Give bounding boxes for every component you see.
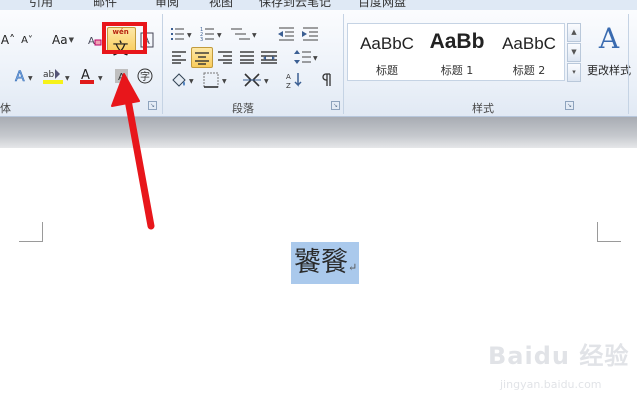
change-styles-label: 更改样式 <box>587 64 631 77</box>
svg-text:A: A <box>15 69 25 85</box>
distributed-align-icon[interactable] <box>259 47 279 67</box>
text-highlight-color-icon[interactable]: ab ▼ <box>41 66 73 86</box>
bullets-icon[interactable]: ▼ <box>170 24 196 44</box>
change-case-label: Aa <box>52 33 68 47</box>
change-styles-icon: A <box>598 22 620 55</box>
style-name: 标题 2 <box>512 64 546 77</box>
multilevel-list-icon[interactable]: ▼ <box>230 24 260 44</box>
enclosed-character-icon[interactable]: 字 <box>136 66 154 86</box>
tab-mailings[interactable]: 邮件 <box>93 0 117 10</box>
sort-icon[interactable]: AZ <box>285 70 305 90</box>
paragraph-mark: ↵ <box>348 261 358 274</box>
svg-text:3: 3 <box>200 37 203 42</box>
tab-review[interactable]: 审阅 <box>155 0 179 10</box>
group-divider <box>628 14 629 114</box>
text-effects-icon[interactable]: A ▼ <box>12 66 36 86</box>
decrease-indent-icon[interactable] <box>276 24 296 44</box>
svg-text:▼: ▼ <box>264 78 269 85</box>
clear-formatting-icon[interactable]: A <box>88 30 102 50</box>
svg-text:▼: ▼ <box>222 78 227 85</box>
style-item-title[interactable]: AaBbC 标题 <box>354 24 420 80</box>
gallery-scroll-down-icon[interactable]: ▼ <box>567 43 581 62</box>
chinese-layout-icon[interactable]: ▼ <box>242 70 272 90</box>
gallery-scroll-up-icon[interactable]: ▲ <box>567 23 581 42</box>
selected-text-content: 饕餮 <box>294 247 348 278</box>
group-divider <box>162 14 163 114</box>
styles-dialog-launcher-icon[interactable]: ↘ <box>565 101 574 110</box>
paragraph-group-label: 段落 <box>232 102 254 115</box>
watermark-site: jingyan.baidu.com <box>500 378 602 391</box>
group-divider <box>343 14 344 114</box>
svg-text:▼: ▼ <box>187 32 192 39</box>
annotation-highlight-box <box>102 22 147 54</box>
style-gallery: AaBbC 标题 AaBb 标题 1 AaBbC 标题 2 <box>347 23 565 81</box>
svg-text:▼: ▼ <box>28 75 33 82</box>
crop-mark-left <box>19 222 43 242</box>
styles-group-label: 样式 <box>472 102 494 115</box>
character-shading-icon[interactable]: A <box>114 66 130 86</box>
align-left-icon[interactable] <box>170 47 188 67</box>
style-sample: AaBbC <box>502 34 556 53</box>
svg-text:ab: ab <box>43 70 55 80</box>
font-dialog-launcher-icon[interactable]: ↘ <box>148 101 157 110</box>
svg-text:Z: Z <box>286 82 291 89</box>
svg-text:▼: ▼ <box>98 75 103 82</box>
borders-icon[interactable]: ▼ <box>202 70 232 90</box>
svg-text:字: 字 <box>140 70 150 83</box>
style-name: 标题 <box>376 64 398 77</box>
style-sample: AaBbC <box>360 34 414 53</box>
shading-icon[interactable]: ▼ <box>170 70 198 90</box>
gallery-more-icon[interactable]: ▾ <box>567 63 581 82</box>
watermark: Baidu 经验 jingyan.baidu.com <box>478 336 628 406</box>
paragraph-dialog-launcher-icon[interactable]: ↘ <box>331 101 340 110</box>
font-color-icon[interactable]: A ▼ <box>79 66 107 86</box>
tab-save-to-cloud-notes[interactable]: 保存到云笔记 <box>259 0 331 10</box>
change-case-button[interactable]: Aa ▼ <box>48 30 78 50</box>
svg-text:A: A <box>118 72 125 83</box>
font-group-label: 体 <box>0 102 11 115</box>
ribbon: A˄ A˅ Aa ▼ A wén 文 A A ▼ ab ▼ A ▼ A 字 体 ↘ ▼ … <box>0 10 637 117</box>
show-formatting-marks-icon[interactable] <box>320 70 334 90</box>
svg-text:▼: ▼ <box>189 78 194 85</box>
svg-text:▼: ▼ <box>313 55 318 62</box>
svg-text:▼: ▼ <box>65 75 70 82</box>
svg-text:▼: ▼ <box>217 32 222 39</box>
increase-indent-icon[interactable] <box>300 24 320 44</box>
document-background <box>0 117 637 148</box>
grow-font-button[interactable]: A˄ <box>0 30 16 50</box>
style-item-heading-2[interactable]: AaBbC 标题 2 <box>494 24 564 80</box>
align-right-icon[interactable] <box>216 47 234 67</box>
line-spacing-icon[interactable]: ▼ <box>293 47 321 67</box>
svg-text:A: A <box>286 73 291 81</box>
justify-icon[interactable] <box>238 47 256 67</box>
tab-view[interactable]: 视图 <box>209 0 233 10</box>
style-item-heading-1[interactable]: AaBb 标题 1 <box>424 24 490 80</box>
crop-mark-right <box>597 222 621 242</box>
ribbon-tab-strip: 引用 邮件 审阅 视图 保存到云笔记 百度网盘 <box>0 0 637 10</box>
tab-baidu-netdisk[interactable]: 百度网盘 <box>358 0 406 10</box>
style-name: 标题 1 <box>440 64 474 77</box>
chevron-down-icon: ▼ <box>68 36 74 44</box>
numbering-icon[interactable]: 1 2 3 ▼ <box>200 24 226 44</box>
selected-text[interactable]: 饕餮↵ <box>291 242 359 284</box>
tab-references[interactable]: 引用 <box>29 0 53 10</box>
shrink-font-button[interactable]: A˅ <box>18 30 36 50</box>
align-center-icon[interactable] <box>191 47 213 68</box>
svg-text:A: A <box>88 36 95 47</box>
watermark-logo: Baidu 经验 <box>488 342 630 370</box>
svg-text:▼: ▼ <box>252 32 257 39</box>
style-sample: AaBb <box>429 30 485 53</box>
